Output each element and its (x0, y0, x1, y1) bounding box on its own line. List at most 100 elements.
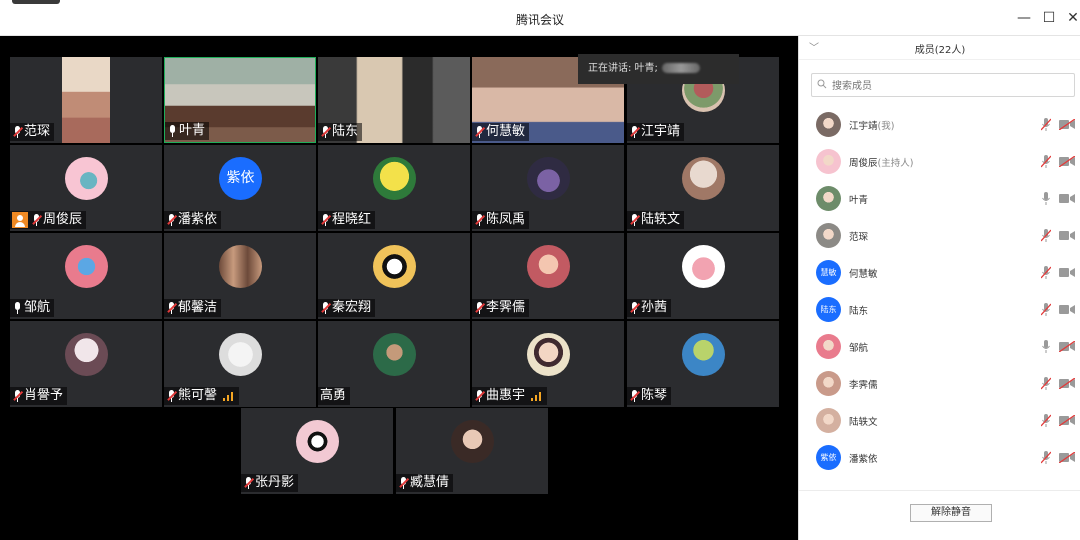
tile-name-label: 潘紫依 (164, 211, 222, 229)
video-tile[interactable]: 孙茜 (627, 233, 779, 319)
mic-muted-icon[interactable] (1041, 303, 1051, 316)
maximize-button[interactable]: ☐ (1039, 8, 1059, 28)
tile-name-label: 陈琴 (627, 387, 672, 405)
camera-icon[interactable] (1059, 267, 1075, 278)
mic-muted-icon (320, 126, 331, 138)
member-search[interactable] (811, 73, 1075, 98)
participant-name: 臧慧倩 (410, 475, 450, 490)
mic-muted-icon (474, 390, 485, 402)
member-name-text: 邹航 (849, 343, 869, 354)
tile-name-label: 周俊辰 (10, 211, 87, 229)
video-tile[interactable]: 陈琴 (627, 321, 779, 407)
avatar (816, 334, 841, 359)
mic-muted-icon[interactable] (1041, 229, 1051, 242)
video-tile[interactable]: 陆轶文 (627, 145, 779, 231)
member-name: 陆东 (849, 303, 868, 317)
member-row[interactable]: 陆轶文 (799, 402, 1080, 439)
mic-muted-icon (398, 477, 409, 489)
member-row[interactable]: 江宇靖(我) (799, 106, 1080, 143)
mic-muted-icon (320, 302, 331, 314)
video-tile[interactable]: 李霁儒 (472, 233, 624, 319)
avatar (816, 371, 841, 396)
mic-muted-icon[interactable] (1041, 377, 1051, 390)
tile-name-label: 李霁儒 (472, 299, 530, 317)
participant-name: 孙茜 (641, 300, 668, 315)
camera-off-icon[interactable] (1059, 119, 1075, 130)
video-tile[interactable]: 张丹影 (241, 408, 393, 494)
member-row[interactable]: 慧敏 何慧敏 (799, 254, 1080, 291)
mic-muted-icon (166, 214, 177, 226)
tile-name-label: 范琛 (10, 123, 55, 141)
mic-icon[interactable] (1041, 192, 1051, 205)
member-name: 周俊辰(主持人) (849, 155, 913, 169)
member-row[interactable]: 邹航 (799, 328, 1080, 365)
video-tile[interactable]: 肖譽予 (10, 321, 162, 407)
video-tile[interactable]: 叶青 (164, 57, 316, 143)
member-name: 邹航 (849, 340, 868, 354)
close-button[interactable]: ✕ (1063, 8, 1080, 28)
tile-name-label: 高勇 (318, 387, 351, 405)
camera-icon[interactable] (1059, 193, 1075, 204)
minimize-button[interactable]: — (1014, 8, 1034, 28)
mic-muted-icon[interactable] (1041, 155, 1051, 168)
member-row[interactable]: 范琛 (799, 217, 1080, 254)
member-name: 潘紫依 (849, 451, 878, 465)
avatar (816, 186, 841, 211)
video-tile[interactable]: 曲惠宇 (472, 321, 624, 407)
blurred-name (661, 63, 700, 73)
mic-muted-icon[interactable] (1041, 414, 1051, 427)
camera-off-icon[interactable] (1059, 156, 1075, 167)
member-name-text: 陆轶文 (849, 417, 878, 428)
video-tile[interactable]: 邹航 (10, 233, 162, 319)
member-name-text: 陆东 (849, 306, 869, 317)
camera-icon[interactable] (1059, 304, 1075, 315)
camera-off-icon[interactable] (1059, 341, 1075, 352)
title-bar: 腾讯会议 — ☐ ✕ (0, 0, 1080, 36)
camera-off-icon[interactable] (1059, 452, 1075, 463)
tile-name-label: 陆轶文 (627, 211, 685, 229)
member-name: 李霁儒 (849, 377, 878, 391)
avatar (219, 245, 262, 288)
member-row[interactable]: 李霁儒 (799, 365, 1080, 402)
video-tile[interactable]: 程晓红 (318, 145, 470, 231)
avatar (65, 245, 108, 288)
tile-name-label: 江宇靖 (627, 123, 685, 141)
camera-off-icon[interactable] (1059, 415, 1075, 426)
camera-icon[interactable] (1059, 230, 1075, 241)
tile-name-label: 秦宏翔 (318, 299, 376, 317)
video-tile[interactable]: 周俊辰 (10, 145, 162, 231)
participant-name: 李霁儒 (486, 300, 526, 315)
camera-off-icon[interactable] (1059, 378, 1075, 389)
member-row[interactable]: 陆东 陆东 (799, 291, 1080, 328)
mic-icon (167, 125, 177, 137)
video-tile[interactable]: 范琛 (10, 57, 162, 143)
mic-icon[interactable] (1041, 340, 1051, 353)
video-tile[interactable]: 陆东 (318, 57, 470, 143)
search-input[interactable] (832, 75, 1062, 98)
video-tile[interactable]: 高勇 (318, 321, 470, 407)
video-tile[interactable]: 秦宏翔 (318, 233, 470, 319)
mic-muted-icon[interactable] (1041, 451, 1051, 464)
member-row[interactable]: 叶青 (799, 180, 1080, 217)
mic-muted-icon (474, 302, 485, 314)
video-tile[interactable]: 陈凤禹 (472, 145, 624, 231)
member-row[interactable]: 紫依 潘紫依 (799, 439, 1080, 476)
mic-muted-icon[interactable] (1041, 118, 1051, 131)
member-row[interactable]: 周俊辰(主持人) (799, 143, 1080, 180)
participant-name: 秦宏翔 (332, 300, 372, 315)
member-name-text: 李霁儒 (849, 380, 878, 391)
video-tile[interactable]: 郁馨洁 (164, 233, 316, 319)
member-name: 何慧敏 (849, 266, 878, 280)
mic-muted-icon (12, 390, 23, 402)
member-name-text: 范琛 (849, 232, 869, 243)
tile-name-label: 曲惠宇 (472, 387, 548, 405)
panel-header: ﹀ 成员(22人) (799, 36, 1080, 60)
video-tile[interactable]: 紫依 潘紫依 (164, 145, 316, 231)
video-tile[interactable]: 臧慧倩 (396, 408, 548, 494)
mic-muted-icon[interactable] (1041, 266, 1051, 279)
video-tile[interactable]: 熊可謦 (164, 321, 316, 407)
mic-muted-icon (474, 126, 485, 138)
speaking-indicator: 正在讲话: 叶青; (578, 54, 739, 84)
unmute-button[interactable]: 解除静音 (910, 504, 992, 522)
tile-name-label: 孙茜 (627, 299, 672, 317)
